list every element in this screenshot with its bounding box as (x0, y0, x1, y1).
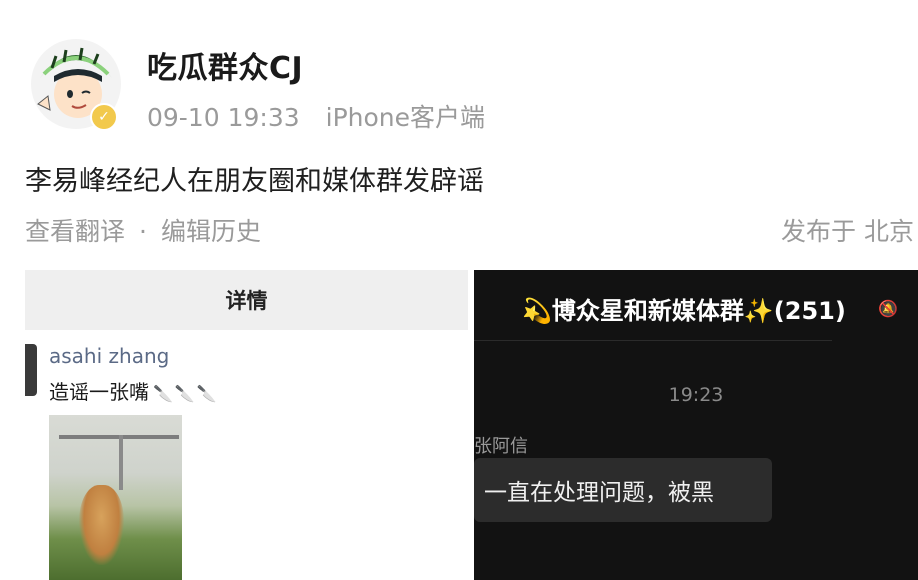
group-member-count: (251) (773, 297, 846, 325)
post-meta: 09-10 19:33 iPhone客户端 (147, 98, 485, 134)
action-separator: · (139, 217, 147, 246)
group-chat-title: 💫博众星和新媒体群✨(251) (522, 291, 846, 326)
post-source[interactable]: iPhone客户端 (326, 103, 485, 132)
comment-text-row: 造谣一张嘴 🔪🔪🔪 (49, 376, 219, 405)
group-name: 博众星和新媒体群 (551, 297, 744, 325)
commenter-name: asahi zhang (49, 344, 170, 368)
post-body: 李易峰经纪人在朋友圈和媒体群发辟谣 (25, 166, 484, 197)
attached-image-left[interactable]: 详情 asahi zhang 造谣一张嘴 🔪🔪🔪 (25, 270, 468, 580)
comet-icon: 💫 (522, 297, 552, 325)
detail-header: 详情 (25, 270, 468, 330)
comment-photo (49, 415, 182, 580)
chat-divider (474, 340, 832, 341)
commenter-avatar (25, 344, 37, 396)
post-actions: 查看翻译 · 编辑历史 (25, 212, 261, 248)
attached-image-right[interactable]: 💫博众星和新媒体群✨(251) 🔕 19:23 张阿信 一直在处理问题，被黑 (474, 270, 918, 580)
muted-bell-icon: 🔕 (878, 299, 898, 318)
sparkle-icon: ✨ (743, 297, 774, 325)
photo-dog (79, 485, 124, 565)
post-timestamp: 09-10 19:33 (147, 103, 300, 132)
verified-badge-icon: ✓ (90, 103, 118, 131)
post-author-name[interactable]: 吃瓜群众CJ (147, 43, 303, 87)
comment-text: 造谣一张嘴 (49, 380, 149, 404)
edit-history-link[interactable]: 编辑历史 (161, 217, 261, 246)
photo-post (119, 435, 123, 490)
translate-link[interactable]: 查看翻译 (25, 217, 125, 246)
message-sender: 张阿信 (474, 436, 528, 457)
kitchen-knife-icon: 🔪🔪🔪 (153, 384, 219, 403)
chat-bubble: 一直在处理问题，被黑 (474, 458, 772, 522)
chat-timestamp: 19:23 (668, 384, 724, 406)
post-location: 发布于 北京 (781, 217, 914, 246)
